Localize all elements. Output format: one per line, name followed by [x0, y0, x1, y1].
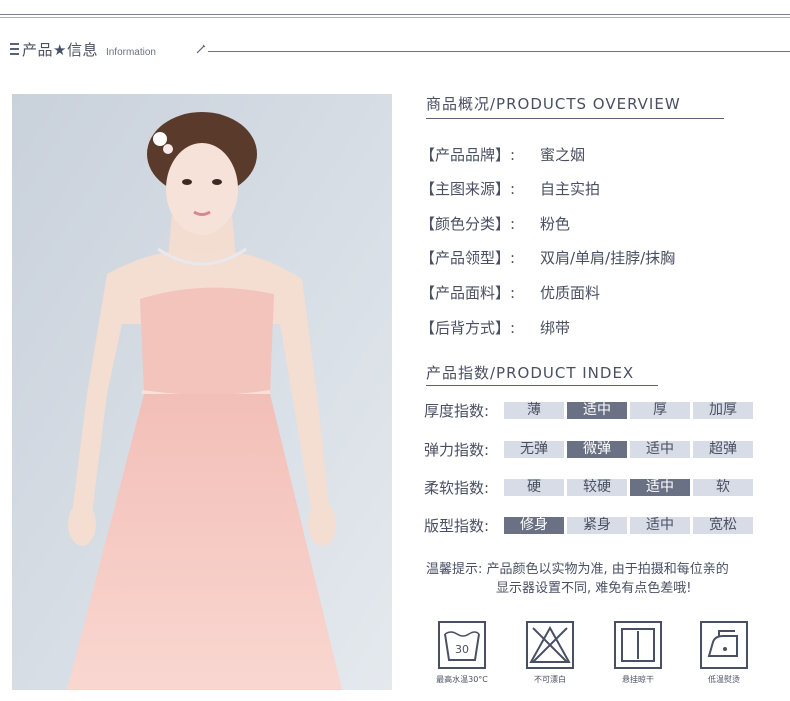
index-option: 超弹: [693, 440, 753, 458]
index-row-softness: 柔软指数: 硬 较硬 适中 软: [424, 478, 756, 497]
care-caption: 悬挂晾干: [622, 675, 654, 684]
section-title: 产品★信息: [22, 40, 98, 59]
spec-row-neckline: 【产品领型】: 双肩/单肩/挂脖/抹胸: [420, 247, 675, 268]
spec-key: 【产品领型】:: [420, 249, 516, 267]
section-subtitle: Information: [105, 46, 156, 58]
index-label: 弹力指数:: [424, 440, 490, 459]
care-caption: 低温熨烫: [708, 675, 740, 684]
index-option: 薄: [504, 401, 564, 419]
index-option: 加厚: [693, 401, 753, 419]
hang-dry-icon: [614, 621, 662, 669]
index-label: 版型指数:: [424, 516, 490, 535]
no-bleach-icon: [526, 621, 574, 669]
index-rule: [426, 385, 658, 386]
index-title: 产品指数/PRODUCT INDEX: [426, 364, 635, 382]
index-option: 较硬: [567, 478, 627, 496]
index-option: 无弹: [504, 440, 564, 458]
index-row-thickness: 厚度指数: 薄 适中 厚 加厚: [424, 401, 756, 420]
index-options: 薄 适中 厚 加厚: [504, 401, 756, 419]
spec-row-source: 【主图来源】: 自主实拍: [420, 178, 600, 199]
index-option-selected: 适中: [630, 478, 690, 496]
index-option: 厚: [630, 401, 690, 419]
index-option: 软: [693, 478, 753, 496]
index-row-elasticity: 弹力指数: 无弹 微弹 适中 超弹: [424, 440, 756, 459]
spec-row-color: 【颜色分类】: 粉色: [420, 213, 570, 234]
notice-line-1: 温馨提示: 产品颜色以实物为准, 由于拍摄和每位亲的: [426, 562, 729, 577]
overview-title: 商品概况/PRODUCTS OVERVIEW: [426, 95, 681, 113]
low-iron-icon: [700, 621, 748, 669]
index-option-selected: 修身: [504, 516, 564, 534]
header-rule: [208, 51, 790, 52]
index-options: 无弹 微弹 适中 超弹: [504, 440, 756, 458]
spec-value: 绑带: [540, 319, 571, 337]
care-caption: 不可漂白: [534, 675, 566, 684]
wash-30-icon: 30: [438, 621, 486, 669]
spec-key: 【产品品牌】:: [420, 146, 516, 164]
index-option: 硬: [504, 478, 564, 496]
spec-value: 粉色: [540, 215, 571, 233]
care-item-bleach: 不可漂白: [520, 620, 580, 685]
care-item-wash: 30 最高水温30°C: [432, 620, 492, 685]
care-item-iron: 低温熨烫: [694, 620, 754, 685]
spec-row-back: 【后背方式】: 绑带: [420, 317, 570, 338]
spec-value: 优质面料: [540, 284, 601, 302]
top-divider: [0, 14, 790, 18]
index-option-selected: 微弹: [567, 440, 627, 458]
index-label: 柔软指数:: [424, 478, 490, 497]
index-option: 适中: [630, 440, 690, 458]
index-options: 硬 较硬 适中 软: [504, 478, 756, 496]
pencil-stroke-icon: [196, 44, 206, 54]
spec-value: 自主实拍: [540, 180, 601, 198]
spec-key: 【后背方式】:: [420, 319, 516, 337]
index-options: 修身 紧身 适中 宽松: [504, 516, 756, 534]
menu-bars-icon: [10, 43, 19, 55]
spec-row-fabric: 【产品面料】: 优质面料: [420, 282, 600, 303]
index-label: 厚度指数:: [424, 401, 490, 420]
wash-temp-text: 30: [455, 643, 469, 656]
index-row-fit: 版型指数: 修身 紧身 适中 宽松: [424, 516, 756, 535]
spec-value: 蜜之姻: [540, 146, 586, 164]
overview-rule: [426, 118, 724, 119]
index-option: 紧身: [567, 516, 627, 534]
care-caption: 最高水温30°C: [436, 675, 488, 684]
spec-key: 【产品面料】:: [420, 284, 516, 302]
color-notice: 温馨提示: 产品颜色以实物为准, 由于拍摄和每位亲的 显示器设置不同, 难免有点…: [426, 560, 766, 598]
index-option: 宽松: [693, 516, 753, 534]
spec-key: 【颜色分类】:: [420, 215, 516, 233]
spec-value: 双肩/单肩/挂脖/抹胸: [540, 249, 676, 267]
index-option: 适中: [630, 516, 690, 534]
notice-line-2: 显示器设置不同, 难免有点色差哦!: [496, 581, 692, 596]
product-photo: [12, 94, 392, 690]
spec-key: 【主图来源】:: [420, 180, 516, 198]
index-option-selected: 适中: [567, 401, 627, 419]
care-item-dry: 悬挂晾干: [608, 620, 668, 685]
section-header: 产品★信息 Information: [10, 38, 156, 60]
spec-row-brand: 【产品品牌】: 蜜之姻: [420, 144, 585, 165]
